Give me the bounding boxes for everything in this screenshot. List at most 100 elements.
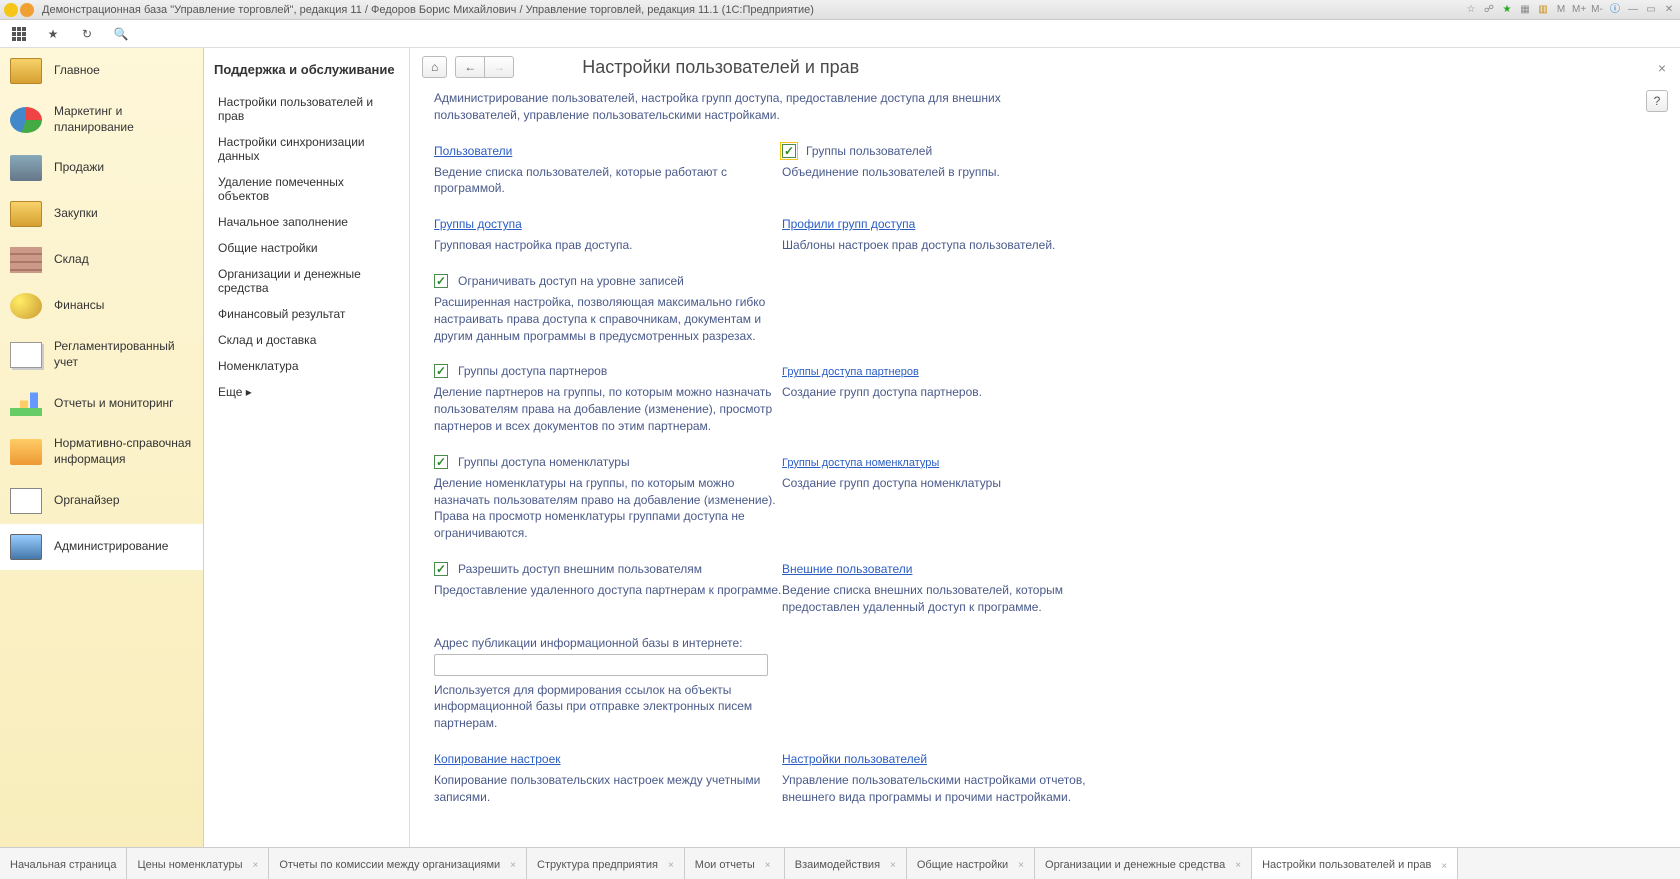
nav-purchases[interactable]: Закупки [0, 191, 203, 237]
tb-cal-icon[interactable]: ▥ [1536, 3, 1550, 17]
side-orgs-money[interactable]: Организации и денежные средства [214, 261, 399, 301]
arrow-right-icon: → [493, 60, 505, 74]
tab-label: Цены номенклатуры [137, 859, 242, 872]
app-icon [4, 3, 18, 17]
nav-sales[interactable]: Продажи [0, 145, 203, 191]
link-access-groups[interactable]: Группы доступа [434, 217, 522, 231]
page-title: Настройки пользователей и прав [582, 57, 859, 78]
tab-label: Начальная страница [10, 859, 116, 872]
history-icon[interactable]: ↻ [78, 25, 96, 43]
window-tabs: Начальная страницаЦены номенклатуры×Отче… [0, 847, 1680, 879]
tab-5[interactable]: Взаимодействия × [785, 848, 907, 879]
nav-main[interactable]: Главное [0, 48, 203, 94]
nav-warehouse[interactable]: Склад [0, 237, 203, 283]
chk-external-users[interactable] [434, 562, 448, 576]
arrow-left-icon: ← [464, 60, 476, 74]
chk-user-groups[interactable] [782, 144, 796, 158]
tab-0[interactable]: Начальная страница [0, 848, 127, 879]
home-button[interactable]: ⌂ [422, 56, 447, 78]
desc-nomen-groups-r: Создание групп доступа номенклатуры [782, 475, 1142, 492]
back-button[interactable]: ← [455, 56, 484, 78]
tb-mplus[interactable]: M+ [1572, 3, 1586, 17]
side-initial-fill[interactable]: Начальное заполнение [214, 209, 399, 235]
forward-button[interactable]: → [484, 56, 514, 78]
side-sync[interactable]: Настройки синхронизации данных [214, 129, 399, 169]
tab-close-icon[interactable]: × [510, 860, 516, 871]
nav-admin[interactable]: Администрирование [0, 524, 203, 570]
tab-close-icon[interactable]: × [1235, 860, 1241, 871]
subsection-sidebar: Поддержка и обслуживание Настройки польз… [204, 48, 410, 847]
link-external-users[interactable]: Внешние пользователи [782, 562, 912, 576]
tab-close-icon[interactable]: × [1018, 860, 1024, 871]
tab-close-icon[interactable]: × [668, 860, 674, 871]
desc-user-groups: Объединение пользователей в группы. [782, 164, 1142, 181]
input-publish-url[interactable] [434, 654, 768, 676]
side-general[interactable]: Общие настройки [214, 235, 399, 261]
tab-8[interactable]: Настройки пользователей и прав × [1252, 847, 1458, 879]
tb-min-icon[interactable]: — [1626, 3, 1640, 17]
side-fin-result[interactable]: Финансовый результат [214, 301, 399, 327]
link-users[interactable]: Пользователи [434, 144, 512, 158]
tab-4[interactable]: Мои отчеты× [685, 848, 785, 879]
lbl-partner-groups: Группы доступа партнеров [458, 364, 607, 378]
lbl-external-users: Разрешить доступ внешним пользователям [458, 562, 702, 576]
tab-1[interactable]: Цены номенклатуры × [127, 848, 269, 879]
tab-close-icon[interactable]: × [890, 860, 896, 871]
desc-copy-settings: Копирование пользовательских настроек ме… [434, 772, 782, 806]
tb-link-icon[interactable]: ☍ [1482, 3, 1496, 17]
tab-label: Взаимодействия [795, 859, 880, 872]
side-users-rights[interactable]: Настройки пользователей и прав [214, 89, 399, 129]
desc-external-users-r: Ведение списка внешних пользователей, ко… [782, 582, 1142, 616]
tab-7[interactable]: Организации и денежные средства × [1035, 848, 1252, 879]
lbl-user-groups: Группы пользователей [806, 144, 932, 158]
chk-record-level[interactable] [434, 274, 448, 288]
tab-label: Организации и денежные средства [1045, 859, 1225, 872]
tb-close-icon[interactable]: ✕ [1662, 3, 1676, 17]
side-nomenclature[interactable]: Номенклатура [214, 353, 399, 379]
chk-nomen-groups[interactable] [434, 455, 448, 469]
tb-info-icon[interactable]: ⓘ [1608, 3, 1622, 17]
favorite-icon[interactable]: ★ [44, 25, 62, 43]
tb-calc-icon[interactable]: ▦ [1518, 3, 1532, 17]
nav-refdata[interactable]: Нормативно-справочная информация [0, 426, 203, 477]
search-icon[interactable]: 🔍 [112, 25, 130, 43]
link-partner-groups[interactable]: Группы доступа партнеров [782, 366, 919, 378]
nav-marketing[interactable]: Маркетинг и планирование [0, 94, 203, 145]
nav-reports[interactable]: Отчеты и мониторинг [0, 380, 203, 426]
section-sidebar: Главное Маркетинг и планирование Продажи… [0, 48, 204, 847]
lbl-publish-url: Адрес публикации информационной базы в и… [434, 636, 794, 650]
desc-external-users: Предоставление удаленного доступа партне… [434, 582, 782, 599]
tab-label: Настройки пользователей и прав [1262, 859, 1431, 872]
tab-6[interactable]: Общие настройки × [907, 848, 1035, 879]
link-nomen-groups[interactable]: Группы доступа номенклатуры [782, 457, 939, 469]
subsection-heading: Поддержка и обслуживание [214, 62, 399, 77]
tab-close-icon[interactable]: × [252, 860, 258, 871]
tb-fav-icon[interactable]: ☆ [1464, 3, 1478, 17]
tab-3[interactable]: Структура предприятия× [527, 848, 685, 879]
tb-max-icon[interactable]: ▭ [1644, 3, 1658, 17]
tb-mminus[interactable]: M- [1590, 3, 1604, 17]
tab-close-icon[interactable]: × [1441, 861, 1447, 872]
nav-finance[interactable]: Финансы [0, 283, 203, 329]
side-more[interactable]: Еще ▸ [214, 379, 399, 405]
nav-organizer[interactable]: Органайзер [0, 478, 203, 524]
side-delete-marked[interactable]: Удаление помеченных объектов [214, 169, 399, 209]
tb-m[interactable]: M [1554, 3, 1568, 17]
side-warehouse[interactable]: Склад и доставка [214, 327, 399, 353]
chk-partner-groups[interactable] [434, 364, 448, 378]
tab-2[interactable]: Отчеты по комиссии между организациями× [269, 848, 527, 879]
tab-close-icon[interactable]: × [765, 860, 771, 871]
tab-label: Общие настройки [917, 859, 1008, 872]
hint-publish-url: Используется для формирования ссылок на … [434, 682, 794, 732]
help-button[interactable]: ? [1646, 90, 1668, 112]
tb-star-icon[interactable]: ★ [1500, 3, 1514, 17]
close-panel-button[interactable]: × [1658, 60, 1666, 76]
link-user-settings[interactable]: Настройки пользователей [782, 752, 927, 766]
lbl-nomen-groups: Группы доступа номенклатуры [458, 455, 630, 469]
link-copy-settings[interactable]: Копирование настроек [434, 752, 561, 766]
dropdown-icon[interactable] [20, 3, 34, 17]
link-access-profiles[interactable]: Профили групп доступа [782, 217, 915, 231]
desc-access-groups: Групповая настройка прав доступа. [434, 237, 782, 254]
apps-icon[interactable] [10, 25, 28, 43]
nav-accounting[interactable]: Регламентированный учет [0, 329, 203, 380]
